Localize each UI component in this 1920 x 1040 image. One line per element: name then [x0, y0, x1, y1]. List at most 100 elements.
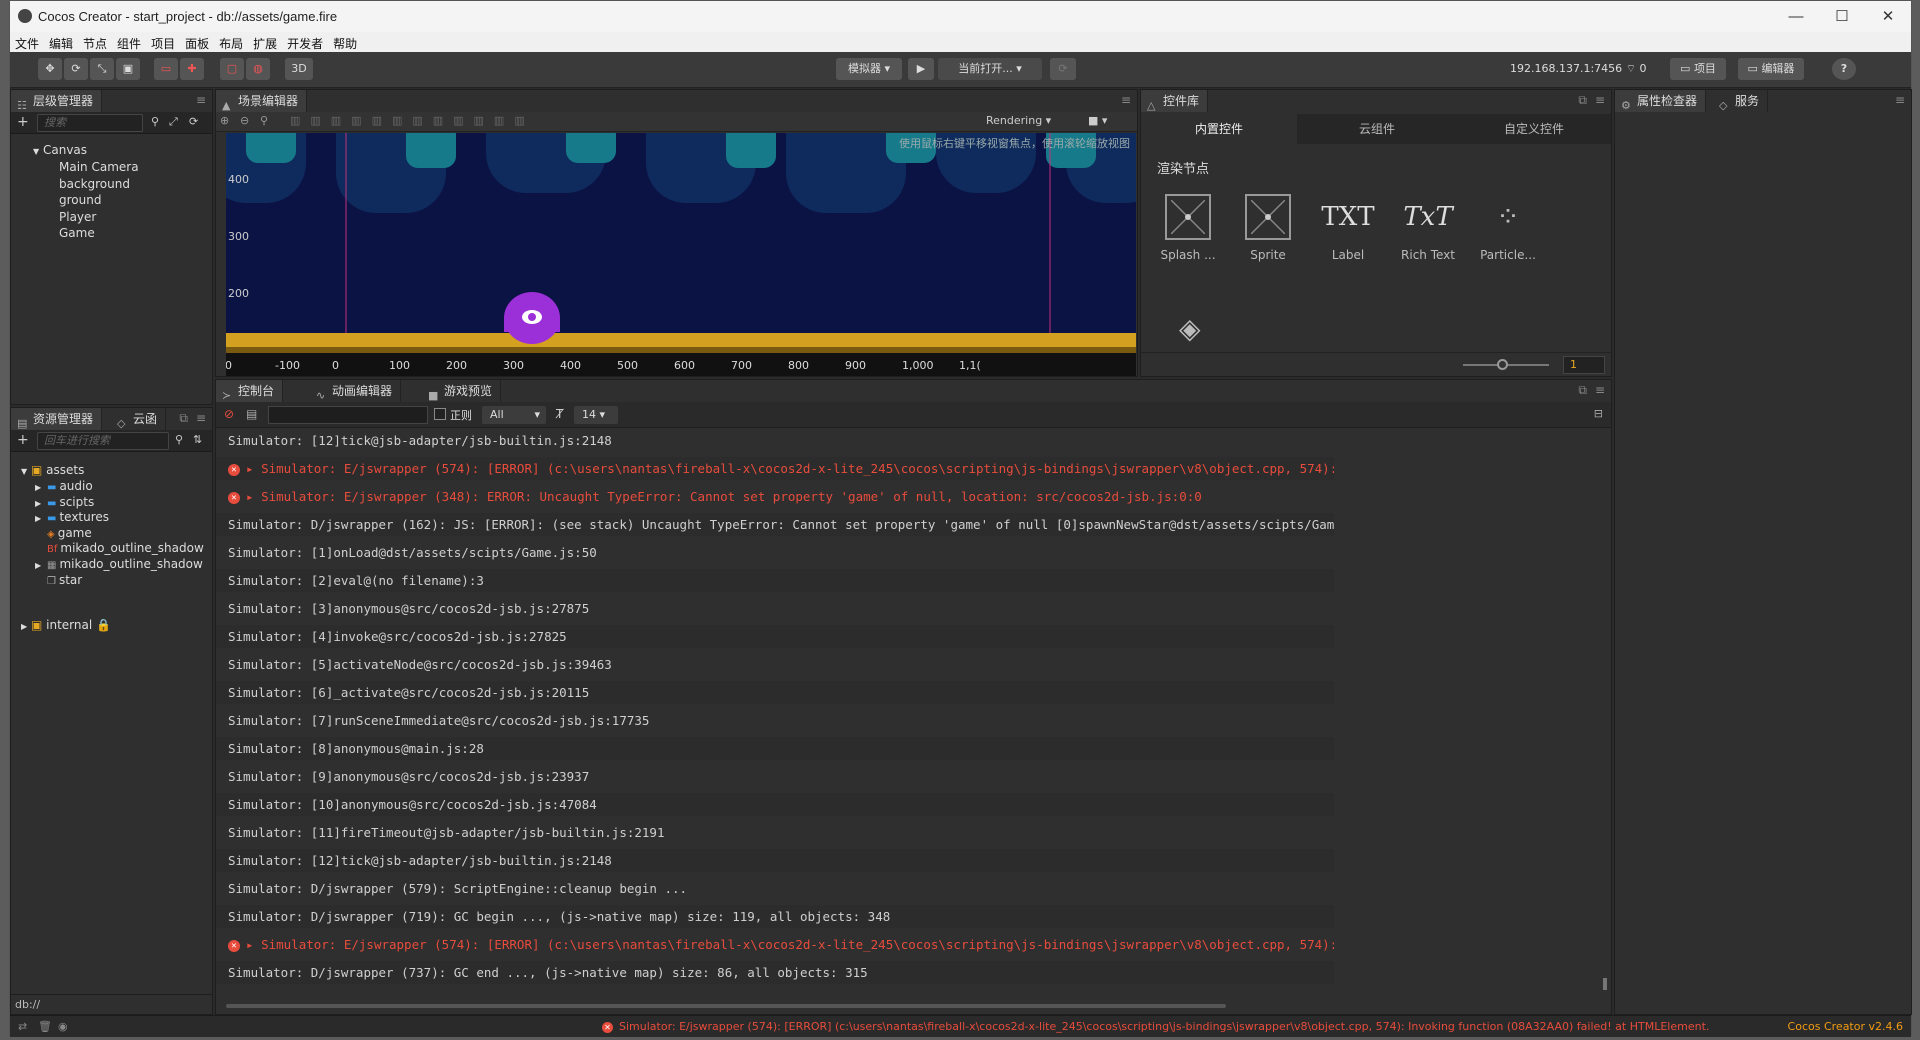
widget-label[interactable]: TXT Label [1313, 194, 1383, 262]
align-tools[interactable]: ▥▥▥▥▥▥▥▥▥▥▥▥ [290, 114, 535, 127]
widget-sprite[interactable]: Sprite [1233, 194, 1303, 262]
minimize-button[interactable]: — [1773, 1, 1819, 32]
play-button[interactable]: ▶ [908, 58, 934, 80]
anchor-pivot-icon[interactable]: ▭ [154, 58, 178, 80]
console-error-line[interactable]: ✕ ▸ Simulator: E/jswrapper (348): ERROR: … [216, 485, 1334, 508]
expand-arrow-icon[interactable]: ▶ [35, 514, 47, 523]
panel-menu-icon[interactable]: ≡ [196, 93, 206, 107]
menu-item[interactable]: 项目 [146, 32, 180, 52]
asset-item[interactable]: ◈ game [35, 526, 92, 540]
log-level-select[interactable]: All ▾ [482, 406, 546, 424]
widget-splash[interactable]: Splash ... [1153, 194, 1223, 262]
open-project-button[interactable]: ▭ 项目 [1670, 58, 1726, 80]
console-log-line[interactable]: Simulator: [8]anonymous@main.js:28 [216, 737, 1334, 760]
widget-particle[interactable]: ⁘ Particle... [1473, 194, 1543, 262]
log-file-icon[interactable]: ▤ [246, 407, 257, 421]
menu-item[interactable]: 开发者 [282, 32, 328, 52]
refresh-icon[interactable]: ⟳ [1050, 58, 1076, 80]
console-log-line[interactable]: Simulator: [10]anonymous@src/cocos2d-jsb… [216, 793, 1334, 816]
widget-rich-text[interactable]: TxT Rich Text [1393, 194, 1463, 262]
rect-tool-icon[interactable]: ▣ [116, 58, 140, 80]
asset-item[interactable]: ▶ ▬ scipts [35, 495, 94, 509]
tree-node[interactable]: Main Camera [59, 160, 139, 174]
console-log-line[interactable]: Simulator: [4]invoke@src/cocos2d-jsb.js:… [216, 625, 1334, 648]
expand-arrow-icon[interactable]: ▸ [246, 489, 261, 504]
console-log-list[interactable]: Simulator: [12]tick@jsb-adapter/jsb-buil… [216, 429, 1334, 989]
asset-item[interactable]: ❒ star [35, 573, 82, 587]
console-log-line[interactable]: Simulator: [7]runSceneImmediate@src/coco… [216, 709, 1334, 732]
console-filter-input[interactable] [268, 406, 428, 424]
console-scrollbar-thumb[interactable] [1603, 978, 1607, 990]
local-global-icon[interactable]: ✚ [180, 58, 204, 80]
tree-node[interactable]: background [59, 177, 130, 191]
sync-icon[interactable]: ⇄ [18, 1020, 27, 1033]
zoom-slider-handle[interactable] [1497, 359, 1508, 370]
popout-icon[interactable]: ⧉ [1578, 383, 1587, 398]
search-icon[interactable]: ⚲ [175, 433, 183, 446]
menu-item[interactable]: 节点 [78, 32, 112, 52]
console-log-line[interactable]: Simulator: [1]onLoad@dst/assets/scipts/G… [216, 541, 1334, 564]
clear-console-icon[interactable]: ⊘ [224, 407, 234, 421]
zoom-out-icon[interactable]: ⊖ [240, 114, 249, 127]
console-error-line[interactable]: ✕ ▸ Simulator: E/jswrapper (574): [ERROR]… [216, 457, 1334, 480]
tab-assets[interactable]: ▤ 资源管理器 [11, 408, 103, 430]
scene-select[interactable]: 当前打开... ▾ [938, 58, 1042, 80]
tree-node[interactable]: Player [59, 210, 96, 224]
popout-icon[interactable]: ⧉ [179, 411, 188, 426]
tree-node[interactable]: ground [59, 193, 101, 207]
console-log-line[interactable]: Simulator: [3]anonymous@src/cocos2d-jsb.… [216, 597, 1334, 620]
gizmo-icon[interactable]: ◍ [246, 58, 270, 80]
console-hscrollbar[interactable] [226, 1004, 1226, 1008]
tree-node-internal[interactable]: ▶ ▣ internal 🔒 [21, 618, 111, 632]
tiledmap-icon[interactable]: ◈ [1179, 312, 1219, 345]
panel-menu-icon[interactable]: ≡ [1895, 93, 1905, 107]
console-log-line[interactable]: Simulator: [11]fireTimeout@jsb-adapter/j… [216, 821, 1334, 844]
asset-item[interactable]: ▶ ▬ textures [35, 510, 109, 524]
toggle-3d-button[interactable]: 3D [285, 58, 313, 80]
snap-icon[interactable]: ▢ [220, 58, 244, 80]
help-button[interactable]: ? [1832, 58, 1856, 80]
add-asset-icon[interactable]: + [17, 432, 29, 448]
panel-menu-icon[interactable]: ≡ [196, 411, 206, 425]
panel-menu-icon[interactable]: ≡ [1595, 93, 1605, 107]
tab-custom[interactable]: 自定义控件 [1457, 114, 1611, 144]
panel-menu-icon[interactable]: ≡ [1595, 383, 1605, 397]
console-log-line[interactable]: Simulator: D/jswrapper (737): GC end ...… [216, 961, 1334, 984]
player-sprite[interactable] [504, 292, 560, 344]
regex-checkbox[interactable] [434, 408, 446, 420]
tab-scene[interactable]: ▲ 场景编辑器 [216, 90, 308, 112]
console-error-line[interactable]: ✕ ▸ Simulator: E/jswrapper (574): [ERROR]… [216, 933, 1334, 956]
tab-widgets[interactable]: △ 控件库 [1141, 90, 1209, 112]
tab-inspector[interactable]: ⚙ 属性检查器 [1615, 90, 1707, 112]
zoom-in-icon[interactable]: ⊕ [220, 114, 229, 127]
tab-console[interactable]: ≻ 控制台 [216, 380, 284, 402]
console-scrollbar[interactable] [1603, 430, 1607, 990]
scale-tool-icon[interactable]: ⤡ [90, 58, 114, 80]
expand-arrow-icon[interactable]: ▶ [35, 561, 47, 570]
expand-arrow-icon[interactable]: ▶ [21, 622, 27, 631]
expand-arrow-icon[interactable]: ▶ [35, 483, 47, 492]
console-log-line[interactable]: Simulator: [5]activateNode@src/cocos2d-j… [216, 653, 1334, 676]
console-log-line[interactable]: Simulator: D/jswrapper (579): ScriptEngi… [216, 877, 1334, 900]
search-icon[interactable]: ⚲ [151, 115, 159, 128]
tab-animation[interactable]: ∿ 动画编辑器 [310, 380, 402, 402]
refresh-icon[interactable]: ⟳ [189, 115, 198, 128]
rendering-select[interactable]: Rendering ▾ [986, 114, 1051, 127]
close-button[interactable]: ✕ [1865, 1, 1911, 32]
tab-game-preview[interactable]: ■ 游戏预览 [422, 380, 502, 402]
scene-viewport[interactable]: 使用鼠标右键平移视窗焦点，使用滚轮缩放视图 400 300 200 00 -100 0 1… [226, 133, 1136, 376]
asset-item[interactable]: ▶ ▦ mikado_outline_shadow [35, 557, 203, 571]
tab-cloud-functions[interactable]: ◇ 云函 [111, 408, 167, 430]
collapse-icon[interactable]: ⊟ [1594, 407, 1603, 420]
tree-node-assets[interactable]: ▼ ▣ assets [21, 463, 84, 477]
popout-icon[interactable]: ⧉ [1578, 93, 1587, 108]
locate-icon[interactable]: ⤢ [169, 115, 178, 129]
hierarchy-search-input[interactable]: 搜索 [37, 114, 143, 132]
menu-item[interactable]: 布局 [214, 32, 248, 52]
console-log-line[interactable]: Simulator: [6]_activate@src/cocos2d-jsb.… [216, 681, 1334, 704]
font-size-select[interactable]: 14 ▾ [574, 406, 618, 424]
menu-item[interactable]: 编辑 [44, 32, 78, 52]
tab-builtin[interactable]: 内置控件 [1141, 114, 1297, 144]
expand-arrow-icon[interactable]: ▸ [246, 461, 261, 476]
rotate-tool-icon[interactable]: ⟳ [64, 58, 88, 80]
